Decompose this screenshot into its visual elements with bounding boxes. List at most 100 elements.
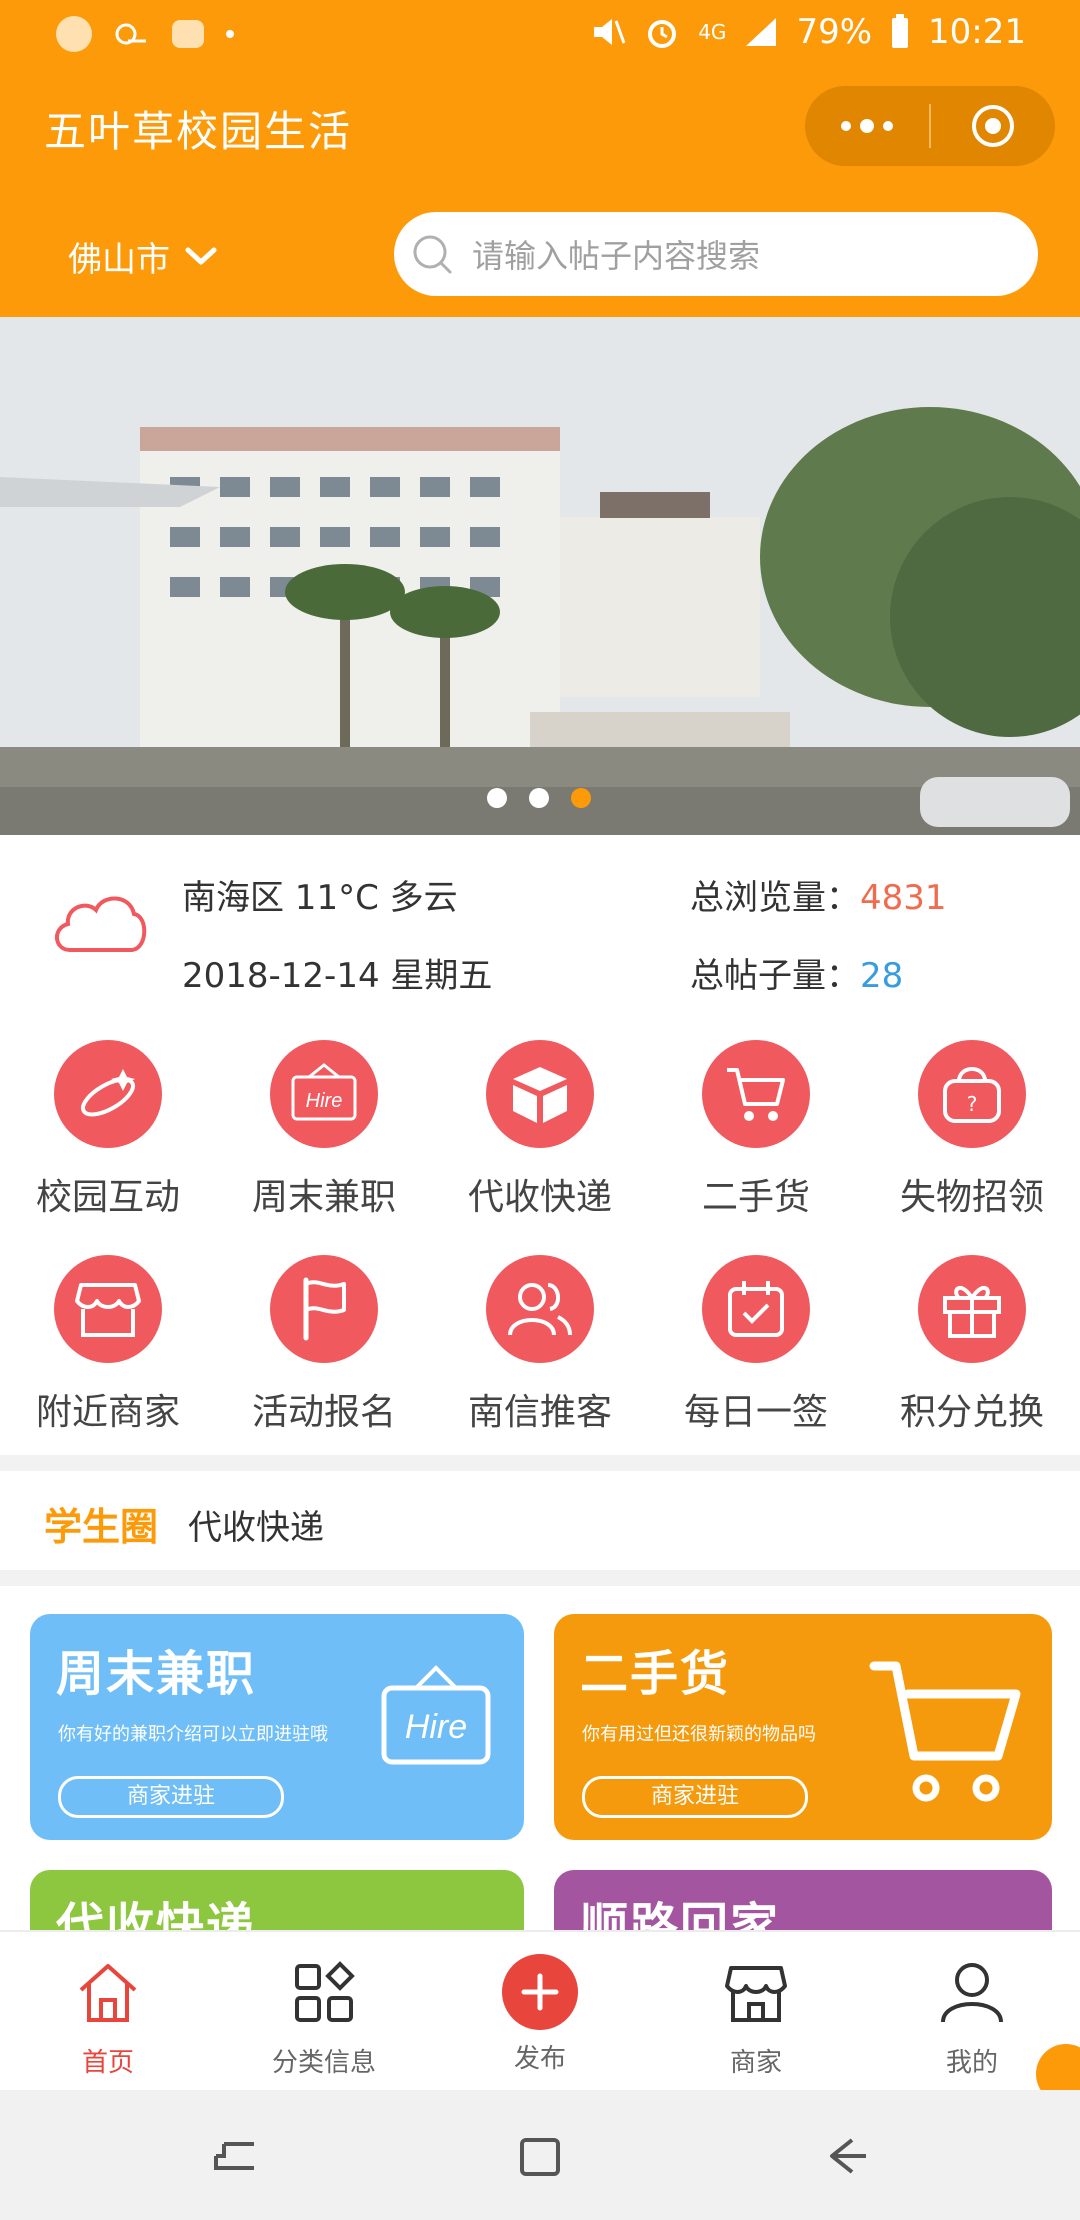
profile-icon <box>941 1963 1003 2023</box>
total-views: 总浏览量：4831 <box>690 870 947 919</box>
tab-label: 商家 <box>729 2048 782 2078</box>
total-views-label: 总浏览量： <box>690 878 860 918</box>
status-bar-left <box>56 14 234 54</box>
mute-icon <box>594 19 626 45</box>
carousel-dot-active[interactable] <box>571 788 591 808</box>
tab-label: 发布 <box>513 2044 566 2074</box>
grid-item-label: 活动报名 <box>251 1392 396 1433</box>
battery-percent: 79% <box>796 12 873 52</box>
card-second-hand[interactable]: 二手货 你有用过但还很新颖的物品吗 商家进驻 <box>554 1614 1052 1840</box>
mini-program-capsule <box>805 86 1055 166</box>
calendar-check-icon <box>728 1281 784 1337</box>
banner-carousel[interactable] <box>0 317 1080 835</box>
alarm-icon <box>648 20 677 48</box>
flag-icon <box>303 1277 346 1341</box>
back-icon[interactable] <box>822 2134 870 2178</box>
grid-item-label: 校园互动 <box>35 1177 180 1218</box>
grid-item-daily-checkin[interactable]: 每日一签 <box>648 1255 864 1435</box>
cart-icon <box>727 1068 785 1121</box>
grid-item-label: 积分兑换 <box>899 1392 1044 1433</box>
grid-item-promoter[interactable]: 南信推客 <box>432 1255 648 1435</box>
grid-item-weekend-job[interactable]: Hire 周末兼职 <box>216 1040 432 1220</box>
total-views-value: 4831 <box>860 878 947 918</box>
close-miniprogram-button[interactable] <box>931 86 1055 166</box>
card-weekend-job[interactable]: 周末兼职 你有好的兼职介绍可以立即进驻哦 商家进驻 Hire <box>30 1614 524 1840</box>
users-icon <box>508 1283 572 1336</box>
grid-item-label: 代收快递 <box>467 1177 612 1218</box>
grid-item-label: 周末兼职 <box>251 1177 396 1218</box>
grid-item-points-exchange[interactable]: 积分兑换 <box>864 1255 1080 1435</box>
svg-text:Hire: Hire <box>306 1090 343 1112</box>
card-title: 周末兼职 <box>56 1646 257 1702</box>
pay-icon <box>172 20 204 48</box>
tab-categories[interactable]: 分类信息 <box>216 1958 432 2079</box>
city-label: 佛山市 <box>68 240 170 280</box>
recent-apps-icon[interactable] <box>210 2136 260 2176</box>
card-subtitle: 你有用过但还很新颖的物品吗 <box>582 1724 816 1745</box>
total-posts-label: 总帖子量： <box>690 956 860 996</box>
carousel-dot[interactable] <box>529 788 549 808</box>
status-bar-right: 4G 79% 10:21 <box>590 10 1026 54</box>
weather-notification-icon <box>115 23 146 45</box>
grid-item-lost-found[interactable]: ? 失物招领 <box>864 1040 1080 1220</box>
gift-icon <box>943 1285 1001 1338</box>
grid-item-campus-interaction[interactable]: 校园互动 <box>0 1040 216 1220</box>
card-ride-home[interactable]: 顺路回家 <box>554 1870 1052 1930</box>
package-icon <box>513 1067 567 1123</box>
total-posts-value: 28 <box>860 956 904 996</box>
weather-summary: 南海区 11°C 多云 <box>182 878 458 918</box>
hire-sign-icon: Hire <box>381 1665 491 1765</box>
satellite-icon <box>81 1069 135 1117</box>
hire-sign-icon: Hire <box>291 1063 357 1121</box>
grid-item-label: 失物招领 <box>899 1177 1044 1218</box>
card-title: 二手货 <box>580 1646 731 1702</box>
cloud-icon <box>55 896 147 952</box>
divider <box>0 1455 1080 1471</box>
store-icon <box>725 1966 787 2022</box>
tab-merchants[interactable]: 商家 <box>648 1958 864 2079</box>
lost-bag-icon: ? <box>943 1067 1001 1123</box>
home-icon <box>79 1964 137 2022</box>
tab-label: 首页 <box>81 2048 134 2078</box>
search-placeholder: 请输入帖子内容搜索 <box>472 237 761 275</box>
grid-item-label: 二手货 <box>701 1177 810 1218</box>
card-express-delivery[interactable]: 代收快递 <box>30 1870 524 1930</box>
card-join-button[interactable]: 商家进驻 <box>582 1776 808 1818</box>
chevron-down-icon <box>185 247 217 264</box>
shop-icon <box>75 1283 141 1337</box>
svg-text:Hire: Hire <box>405 1708 467 1746</box>
notification-icon <box>56 16 92 52</box>
banner-image <box>0 317 1080 835</box>
card-join-button[interactable]: 商家进驻 <box>58 1776 284 1818</box>
carousel-dot[interactable] <box>487 788 507 808</box>
grid-item-label: 南信推客 <box>467 1392 612 1433</box>
home-button-icon[interactable] <box>516 2134 564 2178</box>
more-menu-button[interactable] <box>805 86 929 166</box>
category-icon <box>295 1961 355 2022</box>
card-subtitle: 你有好的兼职介绍可以立即进驻哦 <box>58 1724 328 1745</box>
total-posts: 总帖子量：28 <box>690 948 903 997</box>
app-title: 五叶草校园生活 <box>44 107 353 156</box>
tab-publish[interactable]: 发布 <box>432 1954 648 2075</box>
grid-item-label: 每日一签 <box>683 1392 828 1433</box>
tab-home[interactable]: 首页 <box>0 1958 216 2079</box>
svg-text:?: ? <box>967 1092 978 1116</box>
system-navigation-bar <box>0 2090 1080 2220</box>
card-title: 顺路回家 <box>580 1898 781 1930</box>
search-input[interactable]: 请输入帖子内容搜索 <box>394 212 1038 296</box>
bottom-tab-bar: 首页 分类信息 发布 商家 我的 <box>0 1930 1080 2092</box>
clock: 10:21 <box>928 12 1026 52</box>
carousel-indicator <box>487 788 591 808</box>
network-type: 4G <box>698 20 727 44</box>
publish-plus-icon <box>502 1954 578 2030</box>
grid-item-express-delivery[interactable]: 代收快递 <box>432 1040 648 1220</box>
signal-icon <box>746 18 777 46</box>
grid-item-event-signup[interactable]: 活动报名 <box>216 1255 432 1435</box>
weather-date: 2018-12-14 星期五 <box>182 956 493 996</box>
grid-item-label: 附近商家 <box>35 1392 180 1433</box>
student-circle-title: 学生圈 <box>44 1505 159 1549</box>
student-circle-latest[interactable]: 代收快递 <box>188 1500 324 1549</box>
city-selector[interactable]: 佛山市 <box>68 232 218 281</box>
grid-item-second-hand[interactable]: 二手货 <box>648 1040 864 1220</box>
grid-item-nearby-shops[interactable]: 附近商家 <box>0 1255 216 1435</box>
